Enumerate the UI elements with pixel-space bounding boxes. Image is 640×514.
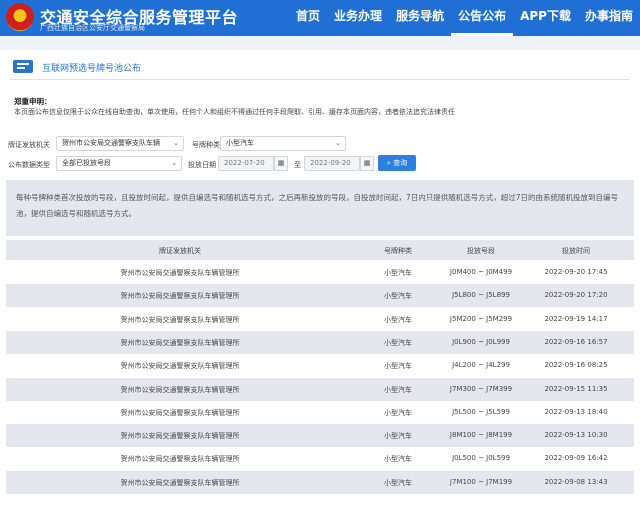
column-header-issuer: 牌证发放机关 bbox=[159, 247, 201, 255]
issuer-label: 牌证发放机关 bbox=[8, 141, 50, 149]
chevron-down-icon: ⌄ bbox=[335, 139, 341, 147]
cell-issuer: 贺州市公安局交通警察支队车辆管理所 bbox=[120, 408, 240, 417]
site-subtitle: 广西壮族自治区公安厅交通警察局 bbox=[40, 24, 145, 32]
nav-business[interactable]: 业务办理 bbox=[327, 0, 389, 36]
date-to-input[interactable]: 2022-09-20 bbox=[304, 156, 360, 171]
date-separator: 至 bbox=[294, 161, 301, 169]
data-type-label: 公布数据类型 bbox=[8, 161, 50, 169]
date-label: 投放日期 bbox=[188, 161, 216, 169]
main-nav: 首页 业务办理 服务导航 公告公布 APP下载 办事指南 bbox=[289, 0, 640, 36]
cell-time: 2022-09-13 10:30 bbox=[544, 431, 608, 440]
cell-segment: J5M200 ~ J5M299 bbox=[449, 314, 513, 323]
table-row: 贺州市公安局交通警察支队车辆管理所 小型汽车 J8M100 ~ J8M199 2022… bbox=[6, 424, 634, 448]
cell-time: 2022-09-08 13:43 bbox=[544, 477, 608, 486]
cell-segment: J0M400 ~ J0M499 bbox=[449, 268, 513, 276]
top-header: ★ 交通安全综合服务管理平台 广西壮族自治区公安厅交通警察局 首页 业务办理 服… bbox=[0, 0, 640, 36]
info-text: 每种号牌种类首次投放的号段，且投放时间起，提供自编选号和随机选号方式，之后再新投… bbox=[16, 193, 619, 218]
nav-app-download[interactable]: APP下载 bbox=[513, 0, 578, 36]
cell-issuer: 贺州市公安局交通警察支队车辆管理所 bbox=[120, 478, 240, 487]
issuer-select[interactable]: 贺州市公安局交通警察支队车辆 ⌄ bbox=[56, 136, 184, 151]
list-card-icon bbox=[13, 60, 33, 73]
cell-time: 2022-09-09 16:42 bbox=[544, 454, 608, 463]
page-heading: 互联网预选号牌号池公布 bbox=[10, 54, 630, 80]
cell-issuer: 贺州市公安局交通警察支队车辆管理所 bbox=[120, 455, 240, 464]
table-row: 贺州市公安局交通警察支队车辆管理所 小型汽车 J0M400 ~ J0M499 2022… bbox=[6, 261, 634, 284]
cell-segment: J0L900 ~ J0L999 bbox=[452, 337, 510, 346]
nav-service-guide[interactable]: 服务导航 bbox=[389, 0, 451, 36]
chevron-down-icon: ⌄ bbox=[173, 139, 179, 147]
cell-issuer: 贺州市公安局交通警察支队车辆管理所 bbox=[120, 315, 240, 324]
column-header-time: 投放时间 bbox=[562, 247, 590, 255]
data-type-select[interactable]: 全部已投放号段 ⌄ bbox=[56, 156, 182, 171]
nav-guide[interactable]: 办事指南 bbox=[578, 0, 640, 36]
cell-time: 2022-09-19 14:17 bbox=[544, 314, 608, 323]
table-row: 贺州市公安局交通警察支队车辆管理所 小型汽车 J4L200 ~ J4L299 2022… bbox=[6, 354, 634, 377]
info-box: 每种号牌种类首次投放的号段，且投放时间起，提供自编选号和随机选号方式，之后再新投… bbox=[6, 180, 634, 236]
page-title: 互联网预选号牌号池公布 bbox=[42, 64, 142, 74]
column-header-segment: 投放号段 bbox=[467, 247, 495, 255]
cell-segment: J0L500 ~ J0L599 bbox=[452, 454, 510, 463]
plate-type-select[interactable]: 小型汽车 ⌄ bbox=[220, 136, 346, 151]
cell-segment: J8M100 ~ J8M199 bbox=[449, 431, 513, 440]
plate-type-label: 号牌种类 bbox=[192, 141, 220, 149]
data-type-select-value: 全部已投放号段 bbox=[62, 159, 111, 167]
cell-issuer: 贺州市公安局交通警察支队车辆管理所 bbox=[120, 292, 240, 301]
cell-time: 2022-09-15 11:35 bbox=[544, 384, 608, 393]
date-from-input[interactable]: 2022-07-20 bbox=[218, 156, 274, 171]
notice-text: 本页面公布信息仅限于公众在线自助查询，单次使用，任何个人和组织不得通过任何手段爬… bbox=[14, 108, 455, 116]
cell-time: 2022-09-20 17:20 bbox=[544, 291, 608, 300]
police-emblem-icon: ★ bbox=[6, 3, 34, 31]
query-button-label: 查询 bbox=[393, 159, 408, 167]
issuer-select-value: 贺州市公安局交通警察支队车辆 bbox=[62, 139, 160, 147]
notice-heading: 郑重申明： bbox=[14, 97, 52, 106]
calendar-icon[interactable]: ▦ bbox=[360, 156, 374, 171]
table-row: 贺州市公安局交通警察支队车辆管理所 小型汽车 J0L900 ~ J0L999 2022… bbox=[6, 330, 634, 354]
cell-issuer: 贺州市公安局交通警察支队车辆管理所 bbox=[120, 385, 240, 394]
cell-issuer: 贺州市公安局交通警察支队车辆管理所 bbox=[120, 432, 240, 441]
cell-issuer: 贺州市公安局交通警察支队车辆管理所 bbox=[120, 269, 240, 277]
table-header: 牌证发放机关 号牌种类 投放号段 投放时间 bbox=[6, 240, 634, 260]
cell-segment: J5L500 ~ J5L599 bbox=[452, 407, 510, 416]
nav-announcements[interactable]: 公告公布 bbox=[451, 0, 514, 36]
cell-segment: J4L200 ~ J4L299 bbox=[452, 361, 510, 370]
table-row: 贺州市公安局交通警察支队车辆管理所 小型汽车 J0L500 ~ J0L599 2022… bbox=[6, 447, 634, 470]
table-row: 贺州市公安局交通警察支队车辆管理所 小型汽车 J7M300 ~ J7M399 2022… bbox=[6, 377, 634, 401]
cell-time: 2022-09-13 18:40 bbox=[544, 407, 608, 416]
query-button[interactable]: ⌕ 查询 bbox=[378, 155, 416, 171]
table-row: 贺州市公安局交通警察支队车辆管理所 小型汽车 J5M200 ~ J5M299 2022… bbox=[6, 308, 634, 331]
cell-time: 2022-09-16 08:25 bbox=[544, 361, 608, 370]
cell-segment: J7M300 ~ J7M399 bbox=[449, 384, 513, 393]
chevron-down-icon: ⌄ bbox=[171, 159, 177, 167]
cell-segment: J5L800 ~ J5L899 bbox=[452, 291, 510, 300]
table-row: 贺州市公安局交通警察支队车辆管理所 小型汽车 J5L500 ~ J5L599 2022… bbox=[6, 401, 634, 424]
cell-segment: J7M100 ~ J7M199 bbox=[449, 477, 513, 486]
plate-type-select-value: 小型汽车 bbox=[226, 139, 254, 147]
cell-issuer: 贺州市公安局交通警察支队车辆管理所 bbox=[120, 338, 240, 347]
cell-time: 2022-09-20 17:45 bbox=[544, 268, 608, 276]
table-row: 贺州市公安局交通警察支队车辆管理所 小型汽车 J5L800 ~ J5L899 2022… bbox=[6, 284, 634, 308]
table-row: 贺州市公安局交通警察支队车辆管理所 小型汽车 J7M100 ~ J7M199 2022… bbox=[6, 470, 634, 494]
calendar-icon[interactable]: ▦ bbox=[274, 156, 288, 171]
cell-issuer: 贺州市公安局交通警察支队车辆管理所 bbox=[120, 362, 240, 371]
cell-time: 2022-09-16 16:57 bbox=[544, 337, 608, 346]
search-icon: ⌕ bbox=[386, 159, 391, 167]
nav-home[interactable]: 首页 bbox=[289, 0, 327, 36]
header-band bbox=[0, 36, 640, 50]
